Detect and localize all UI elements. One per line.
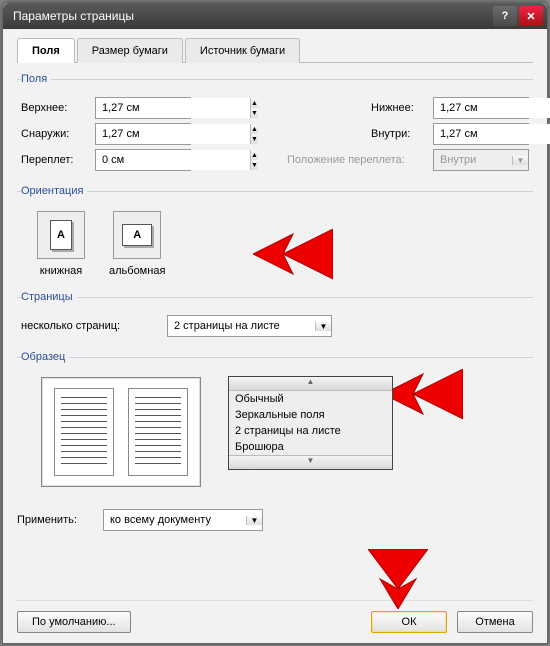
option-booklet[interactable]: Брошюра xyxy=(229,439,392,455)
orientation-landscape[interactable]: A альбомная xyxy=(109,211,165,277)
outside-margin-input[interactable]: ▲▼ xyxy=(95,123,191,145)
inside-margin-label: Внутри: xyxy=(371,128,427,140)
ok-button[interactable]: ОК xyxy=(371,611,447,633)
window-title: Параметры страницы xyxy=(13,9,491,23)
chevron-down-icon[interactable]: ▼ xyxy=(315,322,331,331)
apply-to-select[interactable]: ко всему документу▼ xyxy=(103,509,263,531)
cancel-button[interactable]: Отмена xyxy=(457,611,533,633)
option-mirror[interactable]: Зеркальные поля xyxy=(229,407,392,423)
tab-paper-source[interactable]: Источник бумаги xyxy=(185,38,300,63)
close-button[interactable]: ✕ xyxy=(519,6,543,26)
preview-image xyxy=(41,377,201,487)
inside-margin-input[interactable]: ▲▼ xyxy=(433,123,529,145)
option-two-per-sheet[interactable]: 2 страницы на листе xyxy=(229,423,392,439)
gutter-label: Переплет: xyxy=(21,154,89,166)
spinner-down-icon[interactable]: ▼ xyxy=(251,108,258,118)
top-margin-input[interactable]: ▲▼ xyxy=(95,97,191,119)
tab-paper-size[interactable]: Размер бумаги xyxy=(77,38,183,63)
orientation-portrait-label: книжная xyxy=(37,265,85,277)
apply-to-label: Применить: xyxy=(17,514,97,526)
margins-legend: Поля xyxy=(21,73,51,85)
gutter-input[interactable]: ▲▼ xyxy=(95,149,191,171)
pages-section: Страницы несколько страниц: 2 страницы н… xyxy=(17,291,533,345)
default-button[interactable]: По умолчанию... xyxy=(17,611,131,633)
orientation-portrait[interactable]: A книжная xyxy=(37,211,85,277)
spinner-up-icon[interactable]: ▲ xyxy=(251,98,258,108)
scroll-down-icon[interactable]: ▼ xyxy=(229,455,392,469)
chevron-down-icon[interactable]: ▼ xyxy=(246,516,262,525)
spinner-up-icon[interactable]: ▲ xyxy=(251,124,258,134)
page-icon: A xyxy=(50,220,72,250)
bottom-margin-input[interactable]: ▲▼ xyxy=(433,97,529,119)
orientation-landscape-label: альбомная xyxy=(109,265,165,277)
multi-pages-select[interactable]: 2 страницы на листе▼ xyxy=(167,315,332,337)
orientation-legend: Ориентация xyxy=(21,185,87,197)
spinner-up-icon[interactable]: ▲ xyxy=(251,150,258,160)
spinner-down-icon[interactable]: ▼ xyxy=(251,160,258,170)
option-normal[interactable]: Обычный xyxy=(229,391,392,407)
page-icon: A xyxy=(122,224,152,246)
bottom-margin-label: Нижнее: xyxy=(371,102,427,114)
chevron-down-icon: ▼ xyxy=(512,156,528,165)
help-button[interactable]: ? xyxy=(493,6,517,26)
orientation-section: Ориентация A книжная A альбомная xyxy=(17,185,533,285)
titlebar: Параметры страницы ? ✕ xyxy=(3,3,547,29)
tab-fields[interactable]: Поля xyxy=(17,38,75,63)
multi-pages-dropdown[interactable]: ▲ Обычный Зеркальные поля 2 страницы на … xyxy=(228,376,393,470)
top-margin-label: Верхнее: xyxy=(21,102,89,114)
pages-legend: Страницы xyxy=(21,291,77,303)
margins-section: Поля Верхнее: ▲▼ Нижнее: ▲▼ Снаружи: ▲▼ … xyxy=(17,73,533,179)
gutter-pos-label: Положение переплета: xyxy=(287,154,427,166)
multi-pages-label: несколько страниц: xyxy=(21,320,161,332)
gutter-pos-select: Внутри▼ xyxy=(433,149,529,171)
preview-legend: Образец xyxy=(21,351,69,363)
outside-margin-label: Снаружи: xyxy=(21,128,89,140)
spinner-down-icon[interactable]: ▼ xyxy=(251,134,258,144)
scroll-up-icon[interactable]: ▲ xyxy=(229,377,392,391)
